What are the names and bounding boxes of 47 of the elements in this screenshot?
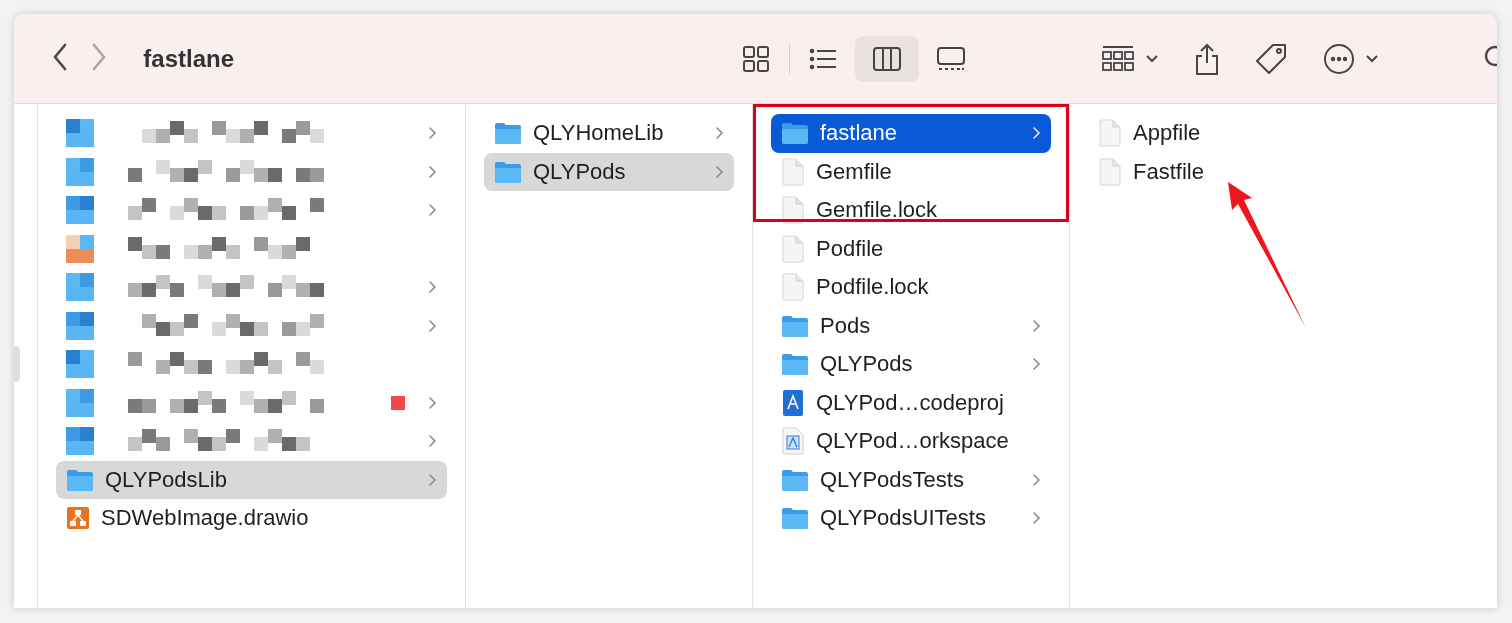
folder-icon	[781, 506, 809, 531]
folder-item[interactable]: QLYPodsTests	[771, 460, 1051, 499]
file-item[interactable]: Podfile.lock	[771, 268, 1051, 307]
file-item[interactable]: Gemfile	[771, 152, 1051, 191]
file-item[interactable]: QLYPod…codeproj	[771, 383, 1051, 422]
gallery-icon	[937, 46, 965, 70]
file-item[interactable]: QLYPod…orkspace	[771, 422, 1051, 461]
folder-icon	[781, 313, 809, 338]
folder-item[interactable]: QLYPodsLib	[56, 460, 447, 499]
document-icon	[781, 234, 805, 263]
file-item[interactable]: Podfile	[771, 229, 1051, 268]
folder-item[interactable]: QLYHomeLib	[484, 114, 734, 153]
folder-icon	[494, 121, 522, 146]
blueprint-document-icon	[781, 388, 805, 417]
sidebar-handle[interactable]	[14, 346, 20, 382]
folder-icon	[781, 121, 809, 146]
document-icon	[781, 273, 805, 302]
diagram-file-icon	[66, 506, 90, 531]
grid-icon	[743, 45, 769, 72]
document-icon	[1098, 157, 1122, 186]
folder-item[interactable]: Pods	[771, 306, 1051, 345]
group-button[interactable]	[1101, 44, 1159, 73]
file-item[interactable]: Gemfile.lock	[771, 191, 1051, 230]
document-icon	[781, 157, 805, 186]
share-button[interactable]	[1193, 41, 1221, 76]
tag-button[interactable]	[1255, 41, 1289, 76]
folder-icon	[494, 159, 522, 184]
file-item[interactable]: SDWebImage.drawio	[56, 499, 447, 538]
folder-icon	[781, 352, 809, 377]
folder-item[interactable]: fastlane	[771, 114, 1051, 153]
columns-icon	[873, 46, 901, 71]
folder-item[interactable]: QLYPods	[771, 345, 1051, 384]
file-item[interactable]: Appfile	[1088, 114, 1479, 153]
caret-icon	[1365, 53, 1379, 64]
folder-item[interactable]: QLYPods	[484, 152, 734, 191]
back-button[interactable]	[52, 42, 68, 71]
file-item[interactable]: Fastfile	[1088, 152, 1479, 191]
workspace-document-icon	[781, 427, 805, 456]
folder-item[interactable]: QLYPodsUITests	[771, 499, 1051, 538]
list-icon	[809, 48, 837, 69]
document-icon	[1098, 119, 1122, 148]
view-mode-button[interactable]	[855, 35, 919, 82]
caret-icon	[1145, 53, 1159, 64]
window-title: fastlane	[143, 44, 234, 73]
more-button[interactable]	[1323, 42, 1379, 75]
folder-icon	[66, 467, 94, 492]
folder-icon	[781, 467, 809, 492]
